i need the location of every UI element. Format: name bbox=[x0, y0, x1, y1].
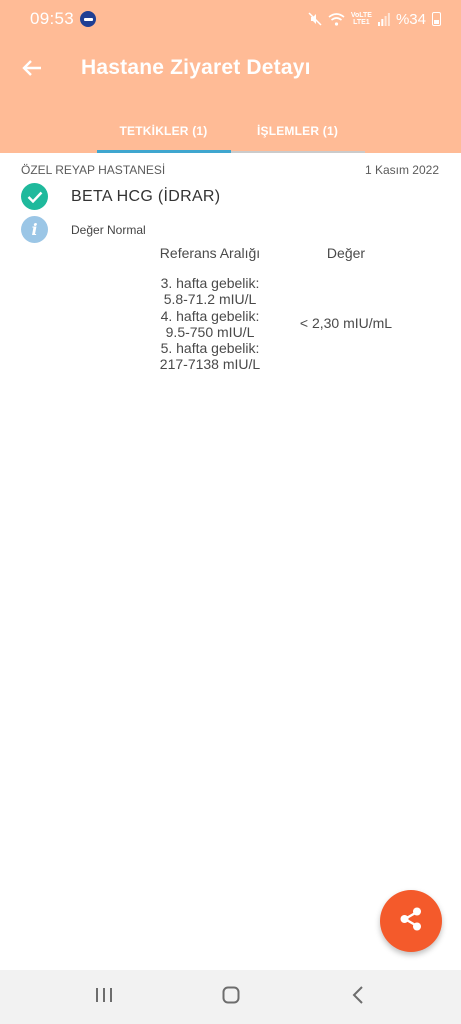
reference-line: 4. hafta gebelik: bbox=[160, 307, 260, 324]
battery-percent: %34 bbox=[395, 10, 426, 28]
reference-line: 9.5-750 mIU/L bbox=[165, 323, 255, 340]
tab-tetkikler-label: TETKİKLER (1) bbox=[119, 123, 208, 138]
hospital-name: ÖZEL REYAP HASTANESİ bbox=[21, 163, 166, 177]
status-indicators: VoLTE LTE1 %34 bbox=[308, 11, 441, 28]
tab-inactive-indicator bbox=[230, 151, 365, 153]
reference-line: 5.8-71.2 mIU/L bbox=[163, 291, 257, 308]
tab-tetkikler[interactable]: TETKİKLER (1) bbox=[96, 108, 231, 153]
test-value: < 2,30 mIU/mL bbox=[299, 315, 393, 331]
back-button[interactable] bbox=[16, 54, 48, 86]
check-circle-icon bbox=[21, 183, 48, 210]
status-bar: 09:53 VoLTE LTE1 %34 bbox=[0, 0, 461, 38]
battery-icon bbox=[432, 12, 441, 26]
test-status: i Değer Normal bbox=[21, 216, 146, 243]
system-nav-bar bbox=[0, 970, 461, 1024]
share-icon bbox=[396, 904, 426, 939]
volte-line-1: VoLTE bbox=[350, 12, 372, 19]
visit-date: 1 Kasım 2022 bbox=[364, 163, 439, 177]
reference-line: 3. hafta gebelik: bbox=[160, 275, 260, 291]
value-header: Değer bbox=[326, 245, 366, 261]
status-time: 09:53 bbox=[30, 9, 75, 28]
screen: 09:53 VoLTE LTE1 %34 Hastane Ziyaret Det… bbox=[0, 0, 461, 1024]
reference-line: 217-7138 mIU/L bbox=[159, 356, 261, 373]
tab-bar: TETKİKLER (1) İŞLEMLER (1) bbox=[0, 108, 461, 153]
app-bar: Hastane Ziyaret Detayı TETKİKLER (1) İŞL… bbox=[0, 38, 461, 153]
page-title: Hastane Ziyaret Detayı bbox=[81, 56, 311, 79]
signal-icon bbox=[377, 12, 390, 26]
wifi-icon bbox=[328, 12, 345, 26]
volte-line-2: LTE1 bbox=[353, 19, 370, 26]
mute-icon bbox=[308, 12, 322, 26]
reference-header: Referans Aralığı bbox=[159, 245, 261, 261]
reference-range: 3. hafta gebelik: 5.8-71.2 mIU/L 4. haft… bbox=[140, 275, 280, 373]
back-chevron-icon bbox=[351, 985, 365, 1010]
volte-indicator: VoLTE LTE1 bbox=[351, 12, 372, 26]
nav-back-button[interactable] bbox=[328, 977, 388, 1017]
home-button[interactable] bbox=[201, 977, 261, 1017]
info-circle-icon: i bbox=[21, 216, 48, 243]
test-item[interactable]: BETA HCG (İDRAR) bbox=[21, 183, 220, 210]
tab-active-indicator bbox=[96, 150, 231, 153]
arrow-left-icon bbox=[22, 59, 42, 82]
share-button[interactable] bbox=[380, 890, 442, 952]
app-notification-icon bbox=[80, 11, 97, 27]
recents-icon bbox=[94, 986, 114, 1009]
tab-islemler-label: İŞLEMLER (1) bbox=[256, 123, 339, 138]
recents-button[interactable] bbox=[74, 977, 134, 1017]
visit-meta: ÖZEL REYAP HASTANESİ 1 Kasım 2022 bbox=[21, 163, 439, 177]
home-icon bbox=[221, 985, 241, 1010]
reference-line: 5. hafta gebelik: bbox=[160, 340, 260, 357]
tab-islemler[interactable]: İŞLEMLER (1) bbox=[230, 108, 365, 153]
test-status-text: Değer Normal bbox=[71, 222, 146, 237]
test-name: BETA HCG (İDRAR) bbox=[71, 187, 221, 205]
